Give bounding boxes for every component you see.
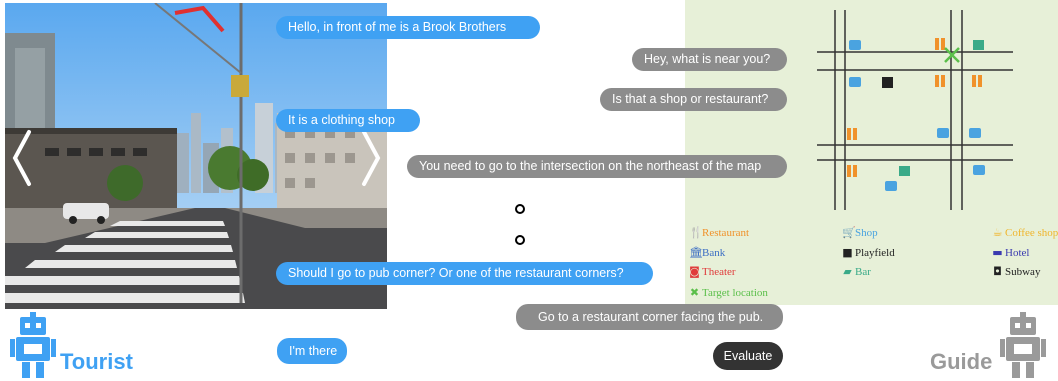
playfield-icon xyxy=(882,77,893,88)
hotel-icon: ▬ xyxy=(992,246,1003,259)
legend-coffee-shop: ☕ Coffee shop xyxy=(992,226,1058,239)
target-location-icon xyxy=(944,47,960,63)
guide-role-label: Guide xyxy=(930,349,993,374)
chat-message-guide: Go to a restaurant corner facing the pub… xyxy=(516,304,783,330)
legend-theater: ◙ Theater xyxy=(689,265,736,278)
subway-icon: ◘ xyxy=(993,265,1002,278)
typing-indicator-dot xyxy=(515,204,525,214)
shop-icon: 🛒 xyxy=(842,226,856,239)
typing-indicator-dot xyxy=(515,235,525,245)
legend-playfield: ■ Playfield xyxy=(842,246,895,259)
legend-hotel: ▬ Hotel xyxy=(992,246,1030,259)
chat-message-guide: Hey, what is near you? xyxy=(632,48,787,71)
chat-message-tourist: I'm there xyxy=(277,338,347,364)
chat-message-guide: You need to go to the intersection on th… xyxy=(407,155,787,178)
tourist-role-label: Tourist xyxy=(60,349,133,374)
legend-shop: 🛒Shop xyxy=(842,226,878,239)
restaurant-icon: 🍴 xyxy=(689,226,703,239)
target-location-icon: ✖ xyxy=(689,286,700,299)
playfield-icon: ■ xyxy=(842,246,853,259)
bar-icon xyxy=(899,40,984,176)
guide-map: 🍴Restaurant 🛒Shop ☕ Coffee shop 🏛Bank ■ Pl… xyxy=(685,0,1058,305)
shop-icon xyxy=(849,40,985,191)
bar-icon: ▰ xyxy=(843,265,852,278)
legend-restaurant: 🍴Restaurant xyxy=(689,226,750,239)
chat-message-guide: Is that a shop or restaurant? xyxy=(600,88,787,111)
legend-target-location: ✖ Target location xyxy=(689,286,768,299)
chat-message-tourist: It is a clothing shop xyxy=(276,109,420,132)
chevron-left-icon[interactable] xyxy=(11,128,33,188)
chat-message-tourist: Hello, in front of me is a Brook Brother… xyxy=(276,16,540,39)
guide-robot-icon xyxy=(1000,312,1046,378)
coffee-shop-icon: ☕ xyxy=(992,226,1003,239)
theater-icon: ◙ xyxy=(689,265,700,278)
chat-message-tourist: Should I go to pub corner? Or one of the… xyxy=(276,262,653,285)
evaluate-button[interactable]: Evaluate xyxy=(713,342,783,370)
bank-icon: 🏛 xyxy=(689,246,703,259)
chevron-right-icon[interactable] xyxy=(360,128,382,188)
tourist-robot-icon xyxy=(10,312,56,378)
legend-bar: ▰ Bar xyxy=(843,265,871,278)
legend-bank: 🏛Bank xyxy=(689,246,726,259)
legend-subway: ◘ Subway xyxy=(993,265,1041,278)
